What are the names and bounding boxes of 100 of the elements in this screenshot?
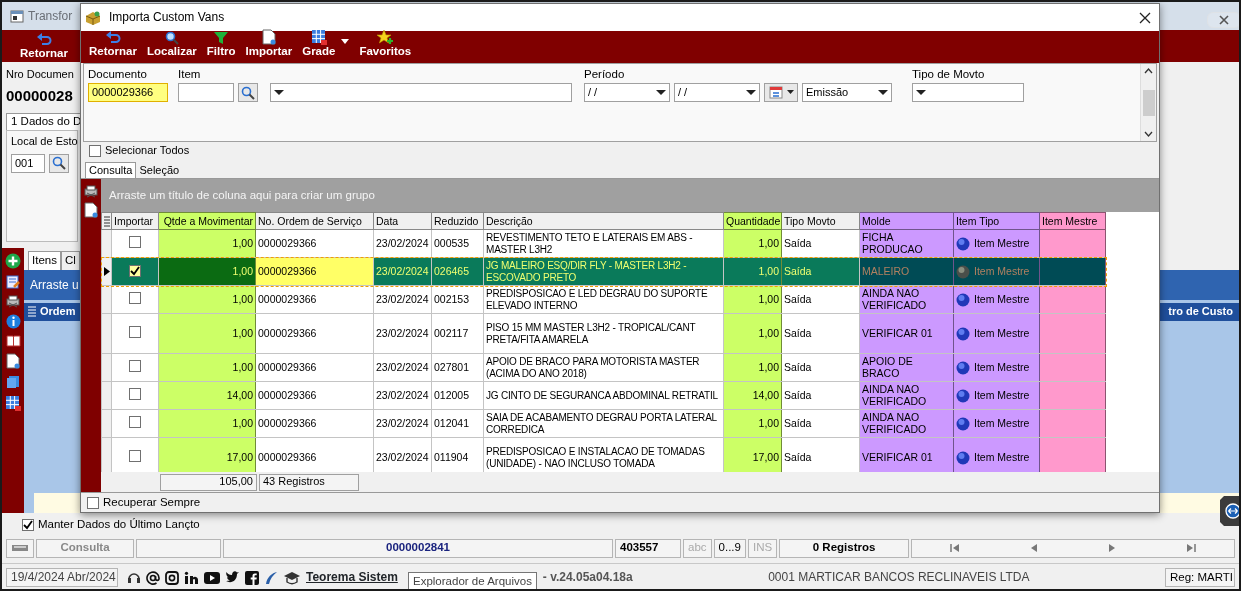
- tooltip: Explorador de Arquivos: [408, 572, 537, 589]
- add-icon[interactable]: [5, 253, 21, 269]
- close-icon: [1219, 15, 1229, 25]
- toolbar-button[interactable]: Importar: [241, 28, 297, 59]
- bird-icon[interactable]: [225, 571, 240, 584]
- status-indicator: 0...9: [713, 538, 746, 558]
- table-row[interactable]: 1,00 0000029366 23/02/2024 002153 PREDISPOSICAO E LED DEGRAU DO SUPORTE ELEVADO INTERNO 1,00 Saída AINDA NAO VERIFICADO Item Mestre: [101, 285, 1106, 314]
- toolbar-button[interactable]: Retornar: [16, 31, 72, 61]
- table-row[interactable]: 1,00 0000029366 23/02/2024 002117 PISO 15 MM MASTER L3H2 - TROPICAL/CANT PRETA/FITA AMARELA 1,00 Saída VERIFICAR 01 Item Mestre: [101, 313, 1106, 354]
- table-cell: 23/02/2024: [373, 409, 432, 438]
- search-button[interactable]: [238, 83, 258, 102]
- camera-icon[interactable]: [165, 570, 179, 585]
- tab[interactable]: Consulta: [85, 161, 137, 178]
- date-field[interactable]: / /: [674, 83, 760, 102]
- checkbox[interactable]: [129, 416, 141, 429]
- grid-icon[interactable]: [5, 395, 21, 411]
- network-icon[interactable]: [184, 570, 199, 585]
- item-field[interactable]: [178, 83, 234, 102]
- document-field[interactable]: 0000029366: [88, 83, 168, 102]
- checkbox[interactable]: [129, 236, 141, 249]
- stock-field[interactable]: 001: [11, 153, 45, 173]
- search-button[interactable]: [49, 153, 69, 173]
- table-row[interactable]: 1,00 0000029366 23/02/2024 000535 REVESTIMENTO TETO E LATERAIS EM ABS - MASTER L3H2 1,00 Saída FICHA PRODUCAO Item Mestre: [101, 229, 1106, 258]
- column-header[interactable]: Ordem: [28, 305, 76, 319]
- globe-icon: [956, 292, 970, 307]
- checkbox[interactable]: [129, 326, 141, 339]
- date-type-dropdown[interactable]: Emissão: [802, 83, 892, 102]
- toolbar-button[interactable]: Filtro: [202, 30, 240, 59]
- first-icon[interactable]: [950, 543, 961, 553]
- table-cell: 14,00: [158, 381, 256, 410]
- info-icon[interactable]: [5, 314, 21, 329]
- column-header[interactable]: Qtde a Movimentar: [158, 212, 256, 230]
- dropdown-arrow-icon: [656, 89, 666, 96]
- column-header[interactable]: Reduzido: [431, 212, 484, 230]
- close-button[interactable]: [1207, 12, 1239, 28]
- table-cell: 1,00: [723, 285, 782, 314]
- date-field[interactable]: / /: [584, 83, 670, 102]
- checkbox[interactable]: [129, 292, 141, 305]
- movement-type-dropdown[interactable]: [912, 83, 1024, 102]
- company-link[interactable]: Teorema Sistem: [306, 570, 398, 585]
- group-hint: Arraste um título de coluna aqui para criar um grupo: [109, 188, 375, 203]
- toolbar-button[interactable]: Grade: [298, 28, 340, 59]
- square-f-icon[interactable]: [245, 570, 259, 585]
- at-sign-icon[interactable]: [146, 570, 160, 585]
- checkbox[interactable]: [89, 144, 101, 157]
- edit-icon[interactable]: [6, 275, 20, 289]
- column-header[interactable]: Descrição: [483, 212, 724, 230]
- toolbar-button[interactable]: Favoritos: [355, 28, 416, 59]
- document-icon[interactable]: [6, 353, 20, 369]
- printer-icon[interactable]: [84, 185, 98, 198]
- graduation-cap-icon[interactable]: [283, 570, 301, 585]
- tab[interactable]: Seleção: [136, 162, 183, 178]
- document-icon[interactable]: [84, 202, 98, 218]
- record-count: 43 Registros: [259, 473, 359, 491]
- status-code: 403557: [615, 538, 681, 558]
- globe-icon: [956, 360, 970, 375]
- column-header[interactable]: tro de Custo: [1168, 305, 1233, 319]
- column-header[interactable]: No. Ordem de Serviço: [255, 212, 374, 230]
- column-header[interactable]: Item Tipo: [953, 212, 1040, 230]
- arrows-tab-icon[interactable]: [1220, 496, 1239, 526]
- check-mark-icon: [130, 265, 140, 276]
- column-header[interactable]: Importar: [111, 212, 159, 230]
- table-row[interactable]: 1,00 0000029366 23/02/2024 027801 APOIO DE BRACO PARA MOTORISTA MASTER (ACIMA DO ANO 2018) 1,00 Saída APOIO DE BRACO Item Mestre: [101, 353, 1106, 382]
- column-header[interactable]: Tipo Movto: [781, 212, 860, 230]
- checkbox[interactable]: [22, 519, 34, 531]
- scroll-down-icon: [1144, 131, 1153, 137]
- table-cell: 1,00: [723, 409, 782, 438]
- vertical-scrollbar[interactable]: [1140, 64, 1156, 141]
- swoosh-icon[interactable]: [264, 570, 278, 585]
- column-header[interactable]: Molde: [859, 212, 954, 230]
- tab[interactable]: Itens: [28, 251, 61, 270]
- checkbox[interactable]: [87, 496, 99, 509]
- table-row[interactable]: 1,00 0000029366 23/02/2024 012041 SAIA DE ACABAMENTO DEGRAU PORTA LATERAL CORREDICA 1,00 Saída AINDA NAO VERIFICADO Item Mestre: [101, 409, 1106, 438]
- column-header[interactable]: Data: [373, 212, 432, 230]
- table-cell: 1,00: [723, 229, 782, 258]
- toolbar-button[interactable]: Localizar: [142, 30, 201, 59]
- item-dropdown[interactable]: [270, 83, 572, 102]
- book-icon[interactable]: [5, 335, 21, 347]
- checkbox[interactable]: [129, 264, 141, 277]
- calendar-button[interactable]: [764, 83, 798, 102]
- headset-icon[interactable]: [127, 570, 141, 585]
- group-hint: Arraste u: [30, 277, 79, 293]
- play-icon[interactable]: [204, 571, 220, 584]
- page-icon[interactable]: [6, 375, 20, 389]
- checkbox[interactable]: [129, 388, 141, 401]
- column-header[interactable]: Quantidade: [723, 212, 782, 230]
- table-cell: 1,00: [158, 409, 256, 438]
- column-header[interactable]: Item Mestre: [1039, 212, 1106, 230]
- last-icon[interactable]: [1185, 543, 1196, 553]
- checkbox[interactable]: [129, 450, 141, 463]
- caret-icon[interactable]: [341, 39, 350, 45]
- dropdown-arrow-icon: [746, 89, 756, 96]
- table-row[interactable]: 14,00 0000029366 23/02/2024 012005 JG CINTO DE SEGURANCA ABDOMINAL RETRATIL 14,00 Saída AINDA NAO VERIFICADO Item Mestre: [101, 381, 1106, 410]
- checkbox[interactable]: [129, 360, 141, 373]
- close-icon[interactable]: [1139, 11, 1151, 24]
- table-cell: 23/02/2024: [373, 353, 432, 382]
- table-row[interactable]: 1,00 0000029366 23/02/2024 026465 JG MALEIRO ESQ/DIR FLY - MASTER L3H2 - ESCOVADO PRETO 1,00 Saída MALEIRO Item Mestre: [101, 257, 1106, 286]
- printer-icon[interactable]: [6, 295, 20, 308]
- toolbar-button[interactable]: Retornar: [85, 30, 141, 59]
- table-cell: APOIO DE BRACO PARA MOTORISTA MASTER (ACIMA DO ANO 2018): [483, 353, 724, 382]
